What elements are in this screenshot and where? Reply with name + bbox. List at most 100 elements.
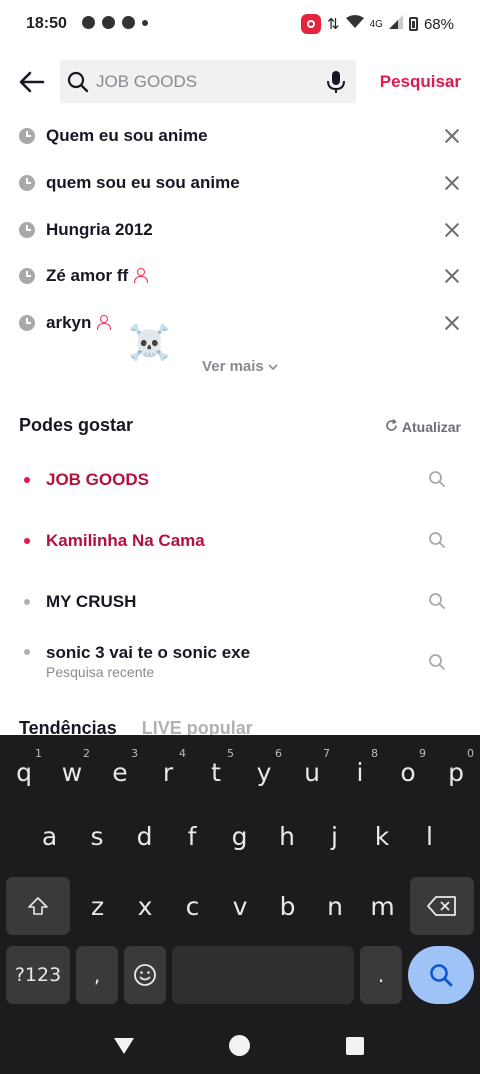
key-h[interactable]: h (264, 807, 311, 865)
on-screen-keyboard: q1w2e3r4t5y6u7i8o9p0 asdfghjkl zxcvbnm ?… (0, 735, 480, 1074)
suggestion-item[interactable]: Kamilinha Na Cama (0, 527, 480, 555)
emoji-key[interactable] (124, 946, 166, 1004)
smiley-icon (134, 964, 156, 986)
network-type: 4G (369, 18, 383, 30)
search-icon (430, 964, 453, 987)
key-n[interactable]: n (312, 877, 359, 935)
key-x[interactable]: x (122, 877, 169, 935)
key-p[interactable]: p0 (432, 743, 480, 801)
key-label: y (256, 757, 272, 787)
chevron-down-icon (268, 358, 278, 375)
key-m[interactable]: m (359, 877, 406, 935)
key-label: p (448, 757, 464, 787)
key-a[interactable]: a (26, 807, 73, 865)
key-c[interactable]: c (169, 877, 216, 935)
suggestions-title: Podes gostar (19, 415, 134, 435)
search-enter-key[interactable] (408, 946, 474, 1004)
remove-history-close-icon[interactable] (444, 175, 460, 191)
wifi-icon (345, 15, 364, 33)
key-t[interactable]: t5 (192, 743, 240, 801)
space-key[interactable] (172, 946, 354, 1004)
suggestion-item[interactable]: sonic 3 vai te o sonic exe Pesquisa rece… (0, 638, 480, 682)
user-icon (134, 268, 149, 284)
key-l[interactable]: l (406, 807, 453, 865)
search-input[interactable] (96, 60, 316, 103)
refresh-button[interactable]: Atualizar (385, 418, 461, 435)
chat-notification-icon (82, 16, 95, 29)
key-u[interactable]: u7 (288, 743, 336, 801)
backspace-icon (427, 896, 456, 916)
search-submit-button[interactable]: Pesquisar (380, 72, 461, 92)
nav-back-icon[interactable] (113, 1036, 135, 1061)
microphone-icon[interactable] (326, 70, 346, 99)
key-g[interactable]: g (216, 807, 263, 865)
remove-history-close-icon[interactable] (444, 222, 460, 238)
data-transfer-icon: ⇅ (327, 16, 340, 33)
see-more-label: Ver mais (202, 358, 264, 375)
key-i[interactable]: i8 (336, 743, 384, 801)
shift-key[interactable] (6, 877, 70, 935)
key-number-hint: 9 (419, 747, 426, 760)
key-number-hint: 5 (227, 747, 234, 760)
search-box[interactable] (60, 60, 356, 103)
key-r[interactable]: r4 (144, 743, 192, 801)
remove-history-close-icon[interactable] (444, 128, 460, 144)
status-time: 18:50 (26, 15, 67, 32)
suggestion-item[interactable]: JOB GOODS (0, 466, 480, 494)
nav-home-icon[interactable] (229, 1035, 250, 1056)
history-item-label: Hungria 2012 (46, 219, 153, 239)
key-z[interactable]: z (74, 877, 121, 935)
key-number-hint: 2 (83, 747, 90, 760)
back-arrow-icon[interactable] (18, 68, 46, 96)
key-y[interactable]: y6 (240, 743, 288, 801)
suggestion-item[interactable]: MY CRUSH (0, 588, 480, 616)
period-key[interactable]: . (360, 946, 402, 1004)
suggestion-dot (24, 649, 30, 655)
history-item[interactable]: Quem eu sou anime (0, 113, 480, 160)
backspace-key[interactable] (410, 877, 474, 935)
key-f[interactable]: f (169, 807, 216, 865)
key-q[interactable]: q1 (0, 743, 48, 801)
suggestion-label: Kamilinha Na Cama (46, 531, 205, 550)
status-bar: 18:50 ⇅ 4G 68% (0, 0, 480, 50)
user-icon (97, 315, 112, 331)
clock-icon (19, 315, 35, 332)
history-item[interactable]: Hungria 2012 (0, 206, 480, 253)
key-k[interactable]: k (359, 807, 406, 865)
history-item-label: Quem eu sou anime (46, 126, 208, 146)
navigation-bar (0, 1014, 480, 1074)
nav-recents-icon[interactable] (346, 1037, 364, 1055)
key-label: o (400, 757, 416, 787)
history-item[interactable]: quem sou eu sou anime (0, 160, 480, 207)
key-o[interactable]: o9 (384, 743, 432, 801)
key-label: w (61, 757, 83, 787)
signal-icon (388, 15, 403, 33)
key-number-hint: 0 (467, 747, 474, 760)
comma-key[interactable]: , (76, 946, 118, 1004)
key-e[interactable]: e3 (96, 743, 144, 801)
key-j[interactable]: j (311, 807, 358, 865)
suggestion-dot (24, 599, 30, 605)
key-s[interactable]: s (74, 807, 121, 865)
key-number-hint: 6 (275, 747, 282, 760)
history-item-label: Zé amor ff (46, 266, 129, 286)
key-label: e (112, 757, 128, 787)
see-more-button[interactable]: Ver mais (0, 358, 480, 375)
suggestion-label: sonic 3 vai te o sonic exe (46, 643, 251, 662)
refresh-icon (385, 418, 398, 435)
trending-dot (24, 477, 30, 483)
key-w[interactable]: w2 (48, 743, 96, 801)
symbols-key[interactable]: ?123 (6, 946, 70, 1004)
key-number-hint: 8 (371, 747, 378, 760)
remove-history-close-icon[interactable] (444, 315, 460, 331)
history-item-label-wrap: Zé amor ff (46, 266, 149, 286)
history-item[interactable]: arkyn (0, 300, 480, 347)
remove-history-close-icon[interactable] (444, 268, 460, 284)
key-v[interactable]: v (217, 877, 264, 935)
history-item[interactable]: Zé amor ff (0, 253, 480, 300)
history-item-label: quem sou eu sou anime (46, 173, 240, 193)
key-label: u (304, 757, 320, 787)
status-indicators: ⇅ 4G 68% (301, 14, 454, 34)
key-b[interactable]: b (264, 877, 311, 935)
key-d[interactable]: d (121, 807, 168, 865)
